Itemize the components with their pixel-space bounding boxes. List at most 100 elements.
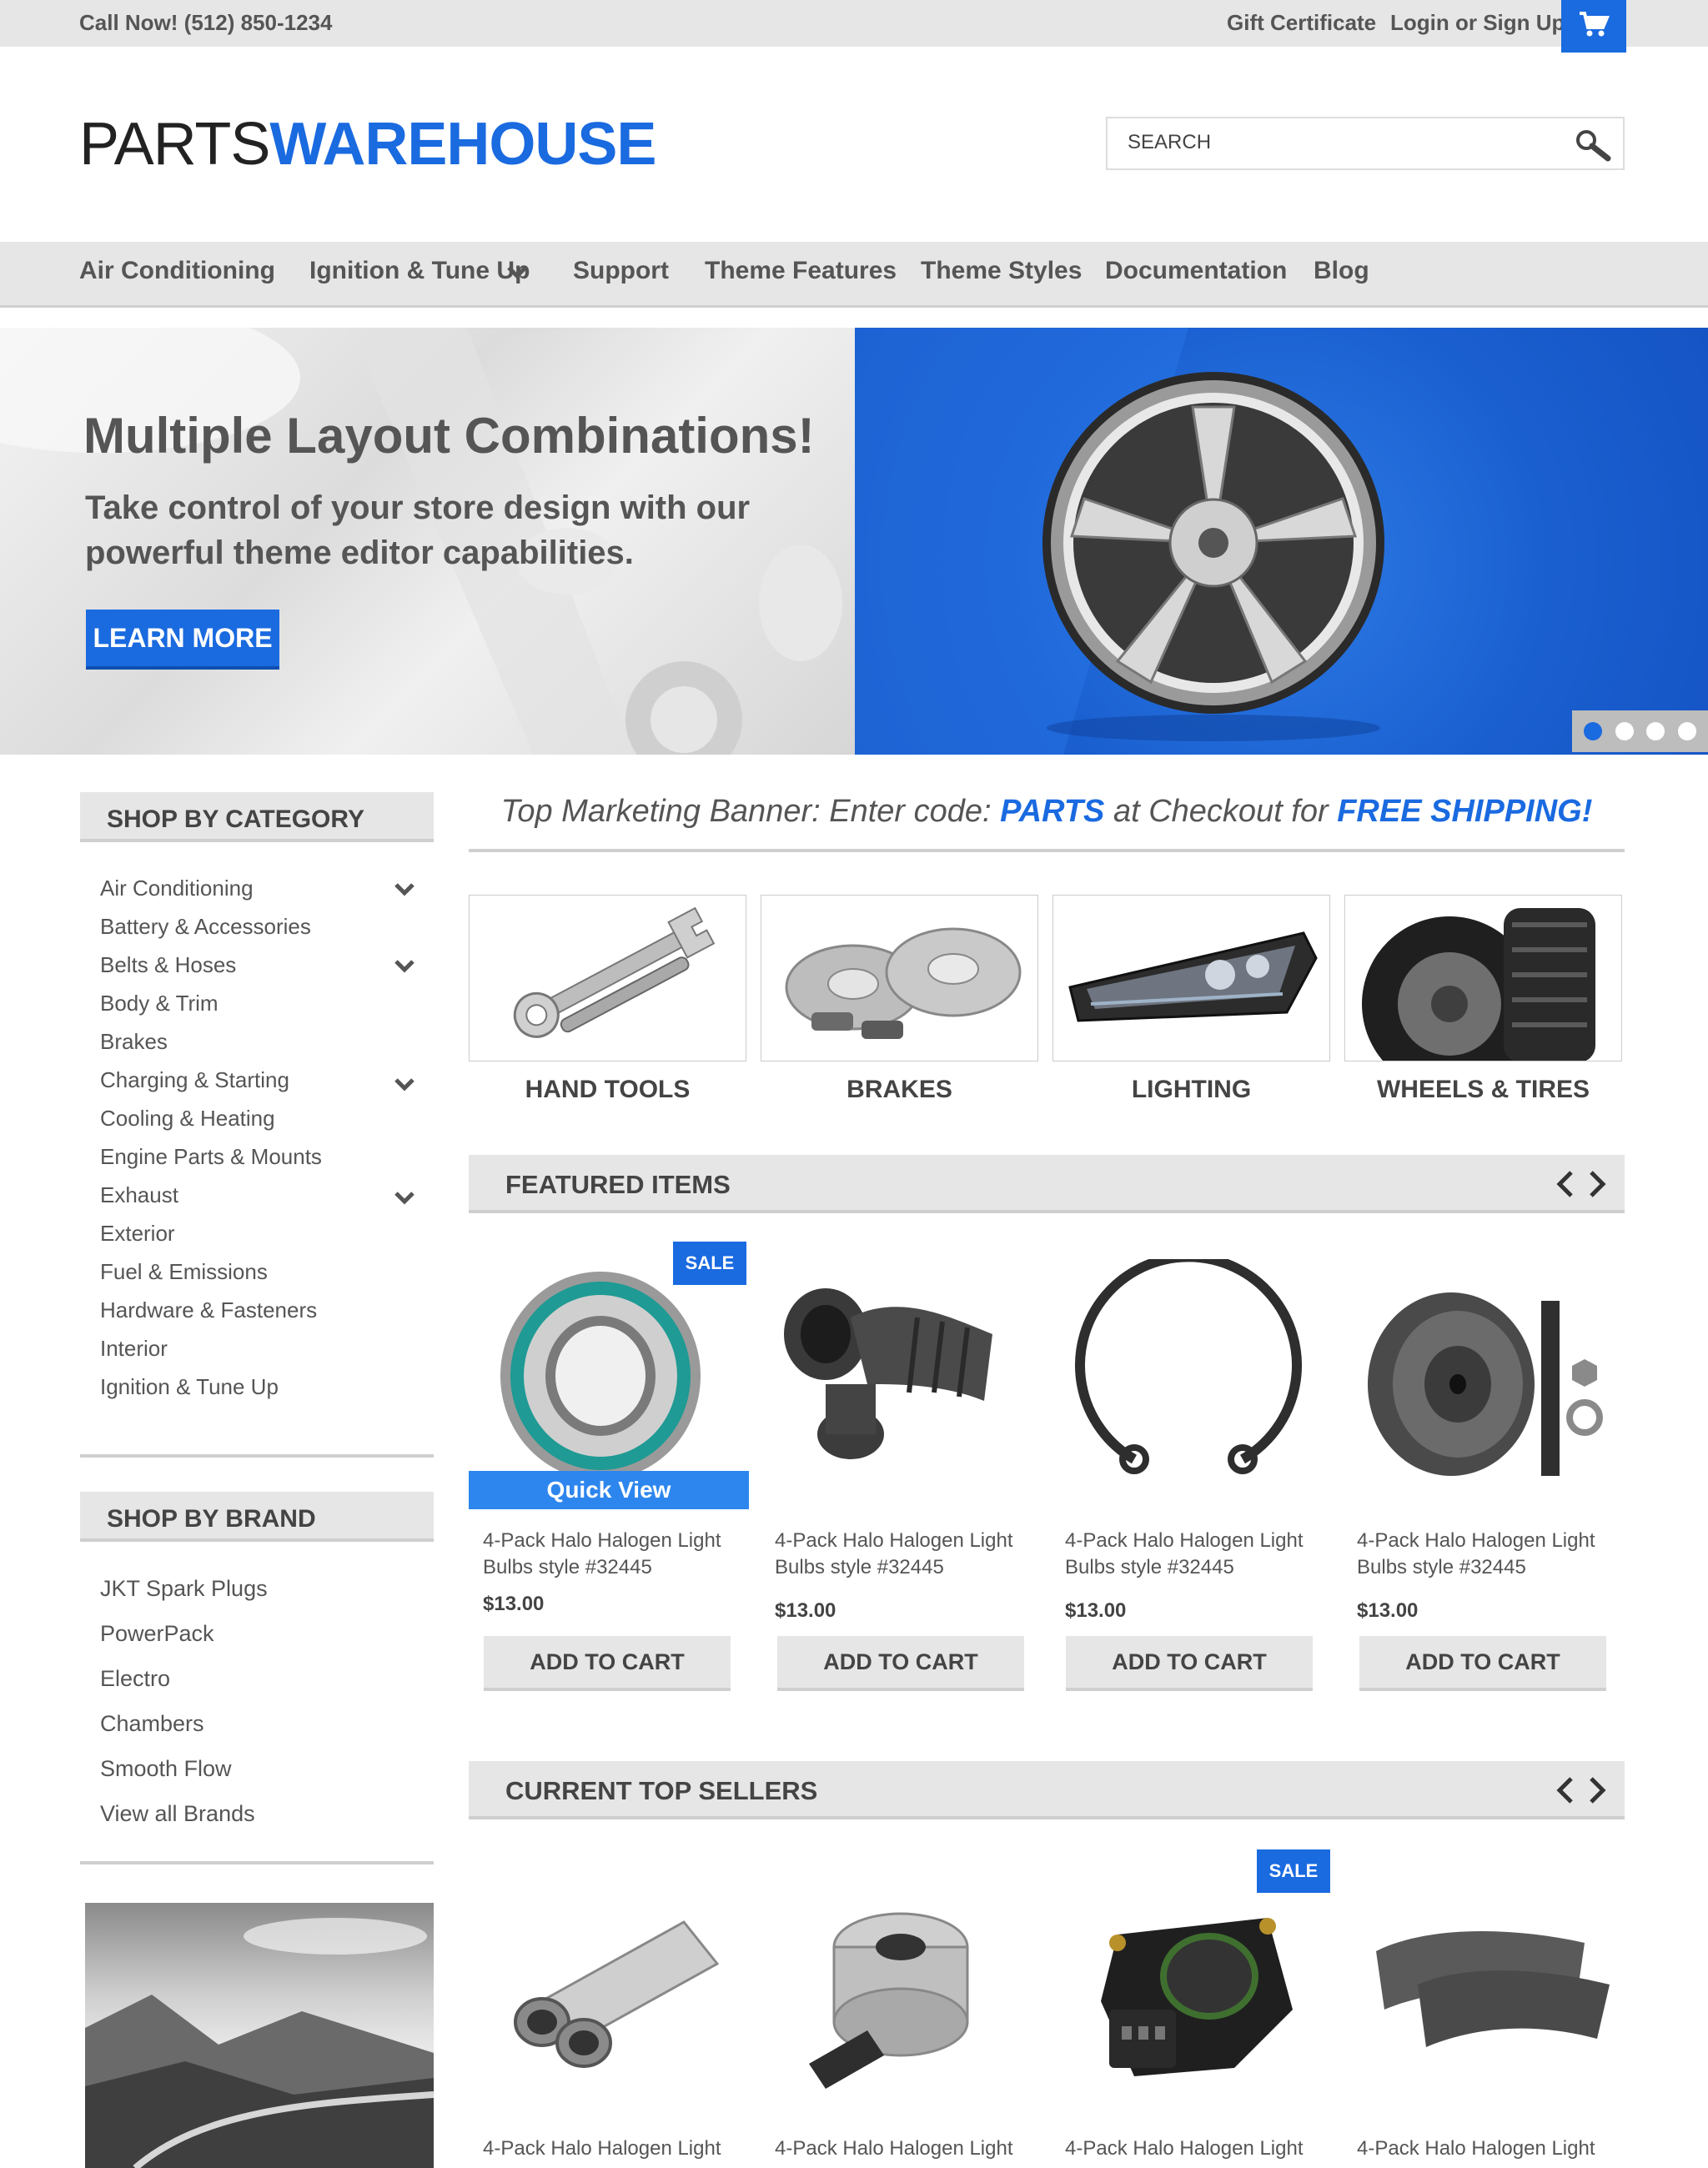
brand-powerpack[interactable]: PowerPack [100, 1621, 214, 1647]
chevron-down-icon[interactable] [394, 1077, 415, 1097]
nav-item-ignition[interactable]: Ignition & Tune Up [309, 257, 530, 285]
category-belts-hoses[interactable]: Belts & Hoses [100, 952, 236, 978]
category-air-conditioning[interactable]: Air Conditioning [100, 876, 254, 901]
category-exterior[interactable]: Exterior [100, 1221, 175, 1247]
chevron-left-icon[interactable] [1556, 1170, 1575, 1202]
add-to-cart-button[interactable]: ADD TO CART [1359, 1636, 1606, 1691]
product-image[interactable] [776, 1259, 1026, 1493]
view-all-brands-link[interactable]: View all Brands [100, 1801, 255, 1827]
magnifier-icon[interactable] [1575, 128, 1611, 166]
product-image[interactable] [484, 1251, 734, 1484]
slide-dot-4[interactable] [1678, 722, 1697, 740]
product-price: $13.00 [1357, 1599, 1419, 1622]
product-image[interactable] [1068, 1884, 1318, 2118]
product-name[interactable]: 4-Pack Halo Halogen Light [775, 2135, 1025, 2162]
product-name[interactable]: 4-Pack Halo Halogen Light [1357, 2135, 1607, 2162]
add-to-cart-button[interactable]: ADD TO CART [777, 1636, 1024, 1691]
product-name[interactable]: 4-Pack Halo Halogen Light Bulbs style #3… [1357, 1528, 1607, 1581]
brake-pads-icon [1376, 1931, 1610, 2047]
chevron-left-icon[interactable] [1556, 1776, 1575, 1809]
category-interior[interactable]: Interior [100, 1336, 168, 1362]
category-charging-starting[interactable]: Charging & Starting [100, 1067, 289, 1093]
snap-ring-icon [1075, 1252, 1302, 1474]
search-input[interactable] [1126, 130, 1546, 155]
featured-items-header: FEATURED ITEMS [469, 1155, 1625, 1213]
product-name[interactable]: 4-Pack Halo Halogen Light Bulbs style #3… [483, 1528, 733, 1581]
chevron-down-icon[interactable] [394, 1191, 415, 1210]
category-body-trim[interactable]: Body & Trim [100, 991, 219, 1016]
gift-certificate-link[interactable]: Gift Certificate [1227, 10, 1376, 36]
marketing-text: at Checkout for [1104, 794, 1338, 829]
marketing-banner: Top Marketing Banner: Enter code: PARTS … [467, 794, 1626, 830]
brand-smooth-flow[interactable]: Smooth Flow [100, 1756, 232, 1782]
hero-subtitle: Take control of your store design with o… [85, 489, 751, 571]
search-box [1106, 117, 1625, 170]
login-link[interactable]: Login or Sign Up [1390, 10, 1565, 36]
marketing-text: Top Marketing Banner: Enter code: [500, 794, 1001, 829]
promo-code: PARTS [1000, 794, 1105, 829]
category-tile-lighting[interactable] [1052, 895, 1330, 1061]
top-sellers-title: CURRENT TOP SELLERS [505, 1776, 818, 1805]
category-tile-wheels-tires[interactable] [1344, 895, 1622, 1061]
category-tile-label[interactable]: BRAKES [761, 1076, 1038, 1104]
cart-button[interactable] [1561, 0, 1626, 53]
category-exhaust[interactable]: Exhaust [100, 1182, 178, 1208]
category-tile-label[interactable]: HAND TOOLS [469, 1076, 746, 1104]
category-tile-label[interactable]: WHEELS & TIRES [1344, 1076, 1622, 1104]
chevron-down-icon[interactable] [394, 882, 415, 901]
nav-item-blog[interactable]: Blog [1314, 257, 1369, 285]
exhaust-tip-icon [514, 1920, 720, 2068]
vacuum-canister-icon [809, 1912, 969, 2089]
brand-chambers[interactable]: Chambers [100, 1711, 204, 1737]
category-tile-hand-tools[interactable] [469, 895, 746, 1061]
quick-view-button[interactable]: Quick View [469, 1471, 749, 1509]
nav-item-support[interactable]: Support [573, 257, 669, 285]
category-tile-label[interactable]: LIGHTING [1052, 1076, 1330, 1104]
shop-by-category-heading: SHOP BY CATEGORY [80, 792, 434, 842]
chevron-right-icon[interactable] [1588, 1776, 1606, 1809]
product-name[interactable]: 4-Pack Halo Halogen Light Bulbs style #3… [1065, 1528, 1315, 1581]
category-battery[interactable]: Battery & Accessories [100, 914, 311, 940]
chevron-down-icon[interactable] [394, 959, 415, 978]
product-image[interactable] [776, 1872, 1026, 2105]
category-fuel-emissions[interactable]: Fuel & Emissions [100, 1259, 268, 1285]
chevron-down-icon[interactable] [506, 265, 528, 284]
add-to-cart-button[interactable]: ADD TO CART [1066, 1636, 1313, 1691]
product-image[interactable] [1068, 1252, 1318, 1493]
product-image[interactable] [1359, 1259, 1610, 1493]
category-hardware[interactable]: Hardware & Fasteners [100, 1297, 317, 1323]
slide-dot-2[interactable] [1615, 722, 1634, 740]
chevron-right-icon[interactable] [1588, 1170, 1606, 1202]
product-image[interactable] [1359, 1884, 1610, 2118]
product-name[interactable]: 4-Pack Halo Halogen Light [483, 2135, 733, 2162]
headlight-icon [1068, 931, 1318, 1022]
product-image[interactable] [484, 1872, 734, 2105]
category-brakes[interactable]: Brakes [100, 1029, 168, 1055]
nav-item-theme-features[interactable]: Theme Features [705, 257, 897, 285]
learn-more-button[interactable]: LEARN MORE [86, 610, 279, 670]
product-name[interactable]: 4-Pack Halo Halogen Light [1065, 2135, 1315, 2162]
category-ignition[interactable]: Ignition & Tune Up [100, 1374, 279, 1400]
tire-icon [1362, 908, 1595, 1061]
slide-dot-1[interactable] [1583, 722, 1602, 740]
category-tile-brakes[interactable] [761, 895, 1038, 1061]
category-engine-parts[interactable]: Engine Parts & Mounts [100, 1144, 322, 1170]
product-price: $13.00 [1065, 1599, 1127, 1622]
add-to-cart-button[interactable]: ADD TO CART [484, 1636, 731, 1691]
sale-badge: SALE [673, 1242, 746, 1285]
nav-item-theme-styles[interactable]: Theme Styles [921, 257, 1082, 285]
category-cooling-heating[interactable]: Cooling & Heating [100, 1106, 275, 1132]
shop-by-brand-heading: SHOP BY BRAND [80, 1492, 434, 1542]
free-shipping-text: FREE SHIPPING! [1337, 794, 1593, 829]
carousel-arrows [1556, 1776, 1606, 1809]
brand-jkt-spark-plugs[interactable]: JKT Spark Plugs [100, 1576, 268, 1602]
cart-icon [1578, 10, 1610, 43]
site-logo[interactable]: PARTSWAREHOUSE [79, 110, 656, 178]
slide-dot-3[interactable] [1646, 722, 1665, 740]
product-name[interactable]: 4-Pack Halo Halogen Light Bulbs style #3… [775, 1528, 1025, 1581]
nav-item-documentation[interactable]: Documentation [1105, 257, 1287, 285]
sidebar-promo-image[interactable] [85, 1903, 434, 2168]
pulley-icon [1368, 1292, 1603, 1476]
nav-item-air-conditioning[interactable]: Air Conditioning [79, 257, 275, 285]
brand-electro[interactable]: Electro [100, 1666, 170, 1692]
